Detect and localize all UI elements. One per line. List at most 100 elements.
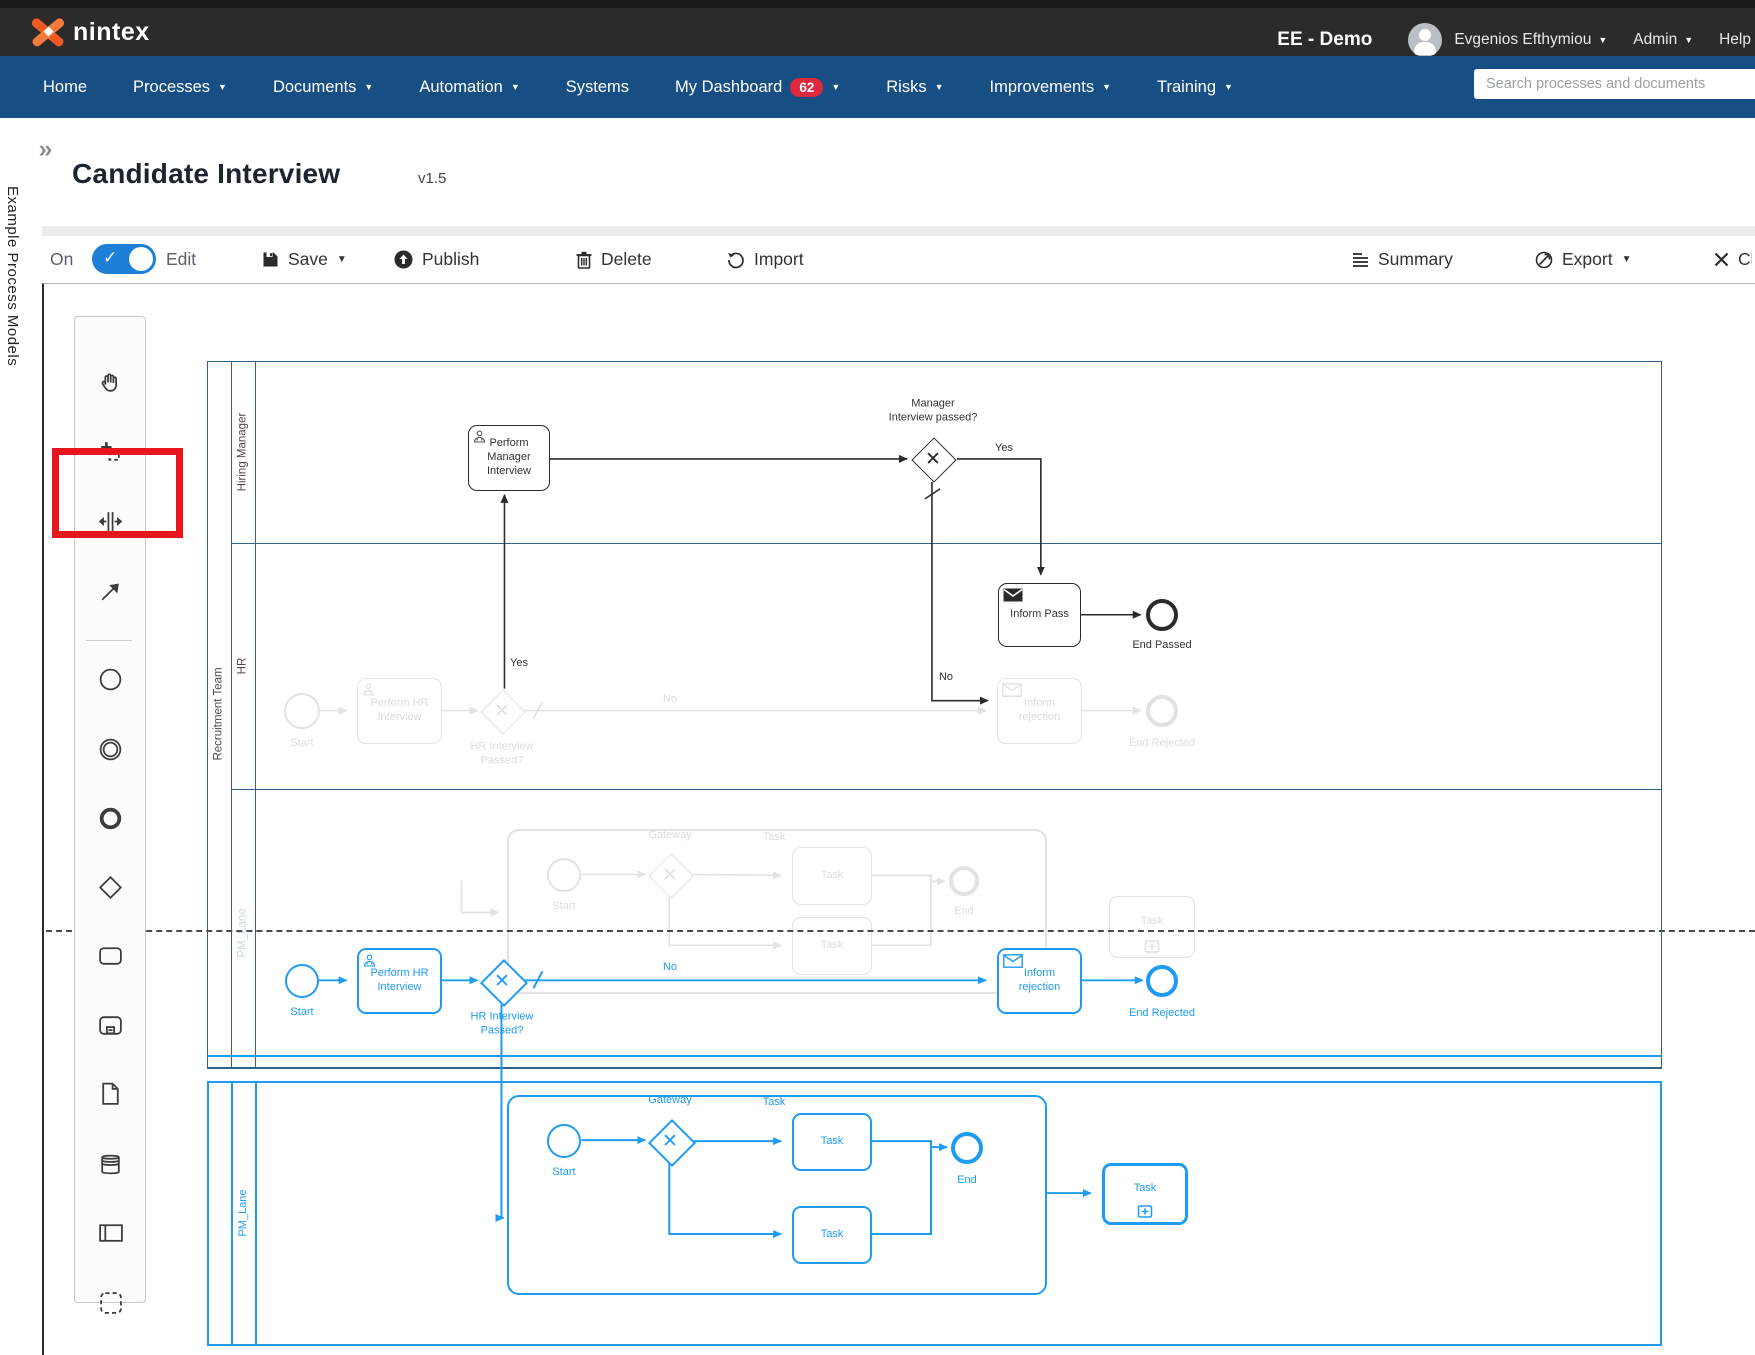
diagram-label: No	[662, 692, 678, 705]
diagram-label: Yes	[995, 441, 1013, 454]
publish-button[interactable]: Publish	[394, 236, 479, 283]
chevron-down-icon: ▼	[934, 81, 944, 92]
diagram-label: Recruitment Team	[212, 667, 225, 761]
diagram-label: No	[662, 960, 678, 973]
export-button[interactable]: Export ▼	[1535, 236, 1631, 283]
palette-participant[interactable]	[88, 1210, 132, 1254]
nav-item-risks[interactable]: Risks ▼	[863, 68, 966, 107]
summary-button[interactable]: Summary	[1352, 236, 1453, 283]
data-object-icon	[101, 1082, 119, 1105]
palette-subprocess[interactable]	[88, 1003, 132, 1047]
hand-tool-icon	[101, 372, 117, 392]
space-tool-highlight-annotation	[52, 448, 183, 538]
participant-icon	[98, 1223, 123, 1242]
close-icon	[1714, 252, 1729, 267]
diagram-label: Task	[762, 830, 786, 843]
brand-name: nintex	[73, 17, 150, 46]
data-store-icon	[100, 1154, 120, 1174]
trash-icon	[576, 251, 592, 269]
sidebar-expand-button[interactable]: »	[26, 130, 62, 168]
palette-intermediate-event[interactable]	[88, 727, 132, 771]
palette-hand-tool[interactable]	[88, 360, 132, 404]
nav-item-home[interactable]: Home	[20, 68, 110, 107]
chevron-down-icon: ▼	[1224, 81, 1233, 92]
chevron-down-icon: ▼	[218, 81, 227, 92]
user-avatar[interactable]	[1408, 23, 1443, 57]
workspace-name: EE - Demo	[1277, 29, 1373, 50]
chevron-down-icon: ▼	[1102, 81, 1111, 92]
gateway-icon	[98, 875, 122, 899]
palette-end-event[interactable]	[88, 796, 132, 840]
sidebar-panel-label: Example Process Models	[4, 186, 21, 367]
chevron-down-icon: ▼	[336, 254, 347, 265]
bpmn-canvas[interactable]: Perform Manager Interview ✕ Inform Pass Per…	[42, 283, 1755, 1355]
toggle-knob	[129, 247, 153, 271]
nintex-x-icon	[31, 18, 65, 47]
nintex-logo[interactable]: nintex	[31, 16, 150, 48]
main-nav: Home Processes ▼ Documents ▼ Automation ▼ Syste…	[0, 56, 1755, 118]
chevron-down-icon: ▼	[1621, 254, 1632, 265]
group-icon	[99, 1291, 122, 1314]
diagram-label: Gateway	[648, 1093, 692, 1106]
diagram-label: Start	[552, 1165, 576, 1178]
palette-group[interactable]	[88, 1280, 132, 1324]
edit-label: Edit	[166, 249, 197, 269]
help-link[interactable]: Help	[1719, 31, 1751, 49]
save-icon	[263, 252, 278, 267]
summary-icon	[1353, 252, 1368, 267]
start-event-icon	[99, 668, 121, 690]
check-icon: ✓	[103, 248, 118, 267]
nav-item-improvements[interactable]: Improvements ▼	[967, 68, 1134, 107]
top-bar: nintex EE - Demo Evgenios Efthymiou ▼ Ad…	[0, 8, 1755, 57]
palette-global-connect-tool[interactable]	[88, 570, 132, 614]
diagram-label: PM_Lane	[236, 1189, 249, 1237]
diagram-label: End	[957, 1173, 977, 1186]
import-button[interactable]: Import	[727, 236, 804, 283]
nav-item-automation[interactable]: Automation ▼	[396, 68, 542, 107]
nav-item-processes[interactable]: Processes ▼	[110, 68, 250, 107]
delete-button[interactable]: Delete	[576, 236, 652, 283]
version-label: v1.5	[418, 170, 447, 187]
palette-task[interactable]	[88, 933, 132, 977]
palette-divider	[86, 640, 132, 641]
palette-start-event[interactable]	[88, 657, 132, 701]
diagram-label: End Passed	[1132, 638, 1192, 651]
page-title: Candidate Interview	[72, 158, 341, 189]
chevron-down-icon: ▼	[1684, 34, 1694, 45]
model-toolbar: On ✓ Edit Save ▼ Publish Delete Import S…	[42, 236, 1755, 283]
on-toggle[interactable]: ✓	[92, 244, 156, 274]
palette-data-store[interactable]	[88, 1142, 132, 1186]
import-icon	[728, 252, 744, 268]
diagram-label: Start	[290, 736, 314, 749]
nav-item-systems[interactable]: Systems	[543, 68, 652, 107]
diagram-label: PM_Lane	[236, 908, 249, 958]
publish-icon	[394, 250, 413, 269]
diagram-label: HR	[236, 657, 249, 675]
close-button[interactable]: Close	[1714, 236, 1752, 283]
diagram-label: Gateway	[648, 828, 692, 841]
chevron-down-icon: ▼	[831, 81, 841, 92]
search-input[interactable]	[1474, 69, 1755, 99]
user-menu[interactable]: Evgenios Efthymiou ▼	[1454, 31, 1607, 49]
chevron-down-icon: ▼	[510, 81, 520, 92]
task-icon	[98, 946, 122, 965]
diagram-label: Start	[552, 899, 576, 912]
export-icon	[1535, 251, 1553, 268]
palette-data-object[interactable]	[88, 1071, 132, 1115]
save-button[interactable]: Save ▼	[262, 236, 347, 283]
admin-menu[interactable]: Admin ▼	[1633, 31, 1693, 49]
diagram-label: HR Interview Passed?	[470, 1010, 534, 1037]
nav-item-training[interactable]: Training ▼	[1134, 68, 1256, 107]
nav-item-documents[interactable]: Documents ▼	[250, 68, 396, 107]
nav-item-my-dashboard[interactable]: My Dashboard 62 ▼	[652, 68, 863, 107]
global-connect-tool-icon	[101, 583, 119, 600]
dashboard-count-badge: 62	[790, 77, 824, 97]
diagram-label: Yes	[510, 656, 528, 669]
diagram-label: No	[938, 670, 954, 683]
diagram-label: Task	[762, 1095, 786, 1108]
palette-gateway[interactable]	[88, 865, 132, 909]
chevron-down-icon: ▼	[1598, 34, 1608, 45]
window-top-strip	[0, 0, 1755, 8]
diagram-label: HR Interview Passed?	[470, 740, 534, 767]
intermediate-event-icon	[99, 738, 121, 760]
